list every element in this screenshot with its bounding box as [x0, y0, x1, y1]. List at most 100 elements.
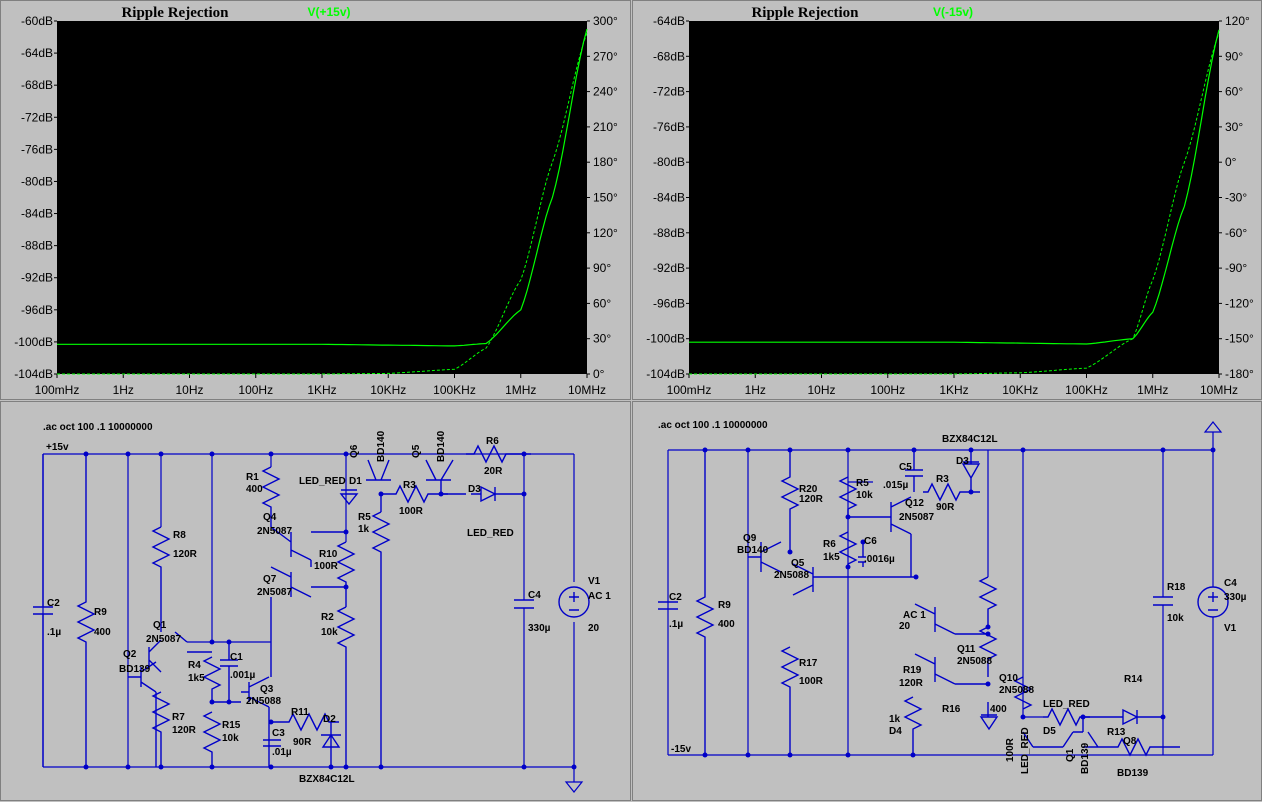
component-label[interactable]: Q10 — [999, 673, 1018, 684]
transistor-q6[interactable] — [366, 459, 391, 512]
component-label[interactable]: LED_RED — [1020, 727, 1031, 774]
resistor-r16[interactable] — [903, 696, 923, 755]
transistor-q5[interactable] — [792, 563, 916, 596]
component-label[interactable]: .015µ — [883, 480, 908, 491]
component-label[interactable]: 90R — [936, 502, 955, 513]
capacitor-c4[interactable] — [1153, 596, 1173, 606]
component-label[interactable]: Q4 — [263, 512, 277, 523]
component-label[interactable]: BD140 — [737, 545, 769, 556]
component-label[interactable]: V1 — [588, 576, 601, 587]
resistor-r4[interactable] — [202, 656, 222, 702]
component-label[interactable]: 100R — [399, 506, 424, 517]
spice-directive[interactable]: .ac oct 100 .1 10000000 — [658, 420, 768, 431]
component-label[interactable]: Q6 — [349, 444, 360, 458]
resistor-r19[interactable] — [780, 646, 800, 755]
plot-pane-negative[interactable]: Ripple Rejection V(-15v) -64dB -68dB -72dB… — [632, 0, 1262, 400]
component-label[interactable]: 10k — [222, 733, 239, 744]
component-label[interactable]: .01µ — [272, 747, 292, 758]
component-label[interactable]: Q3 — [260, 684, 274, 695]
led-d4[interactable] — [1083, 708, 1163, 726]
capacitor-c4[interactable] — [514, 599, 534, 609]
component-label[interactable]: BD139 — [119, 664, 151, 675]
component-label[interactable]: R16 — [942, 704, 961, 715]
component-label[interactable]: BD140 — [436, 430, 447, 462]
component-label[interactable]: R6 — [486, 436, 499, 447]
resistor-r20[interactable] — [780, 450, 800, 552]
component-label[interactable]: BD140 — [376, 430, 387, 462]
component-label[interactable]: R18 — [1167, 582, 1186, 593]
component-label[interactable]: 330µ — [1224, 592, 1247, 603]
resistor-r15[interactable] — [202, 711, 222, 767]
component-label[interactable]: 120R — [173, 549, 198, 560]
component-label[interactable]: C1 — [230, 652, 243, 663]
component-label[interactable]: Q7 — [263, 574, 277, 585]
component-label[interactable]: 100R — [314, 561, 339, 572]
component-label[interactable]: R8 — [173, 530, 186, 541]
component-label[interactable]: .001µ — [230, 670, 255, 681]
component-label[interactable]: R15 — [222, 720, 241, 731]
component-label[interactable]: BZX84C12L — [299, 774, 355, 785]
component-label[interactable]: Q5 — [791, 558, 805, 569]
resistor-r10[interactable] — [336, 541, 356, 607]
component-label[interactable]: C4 — [528, 590, 541, 601]
plot-pane-positive[interactable]: Ripple Rejection V(+15v) -60dB -64dB -68dB… — [0, 0, 631, 400]
component-label[interactable]: 1k5 — [823, 552, 840, 563]
resistor-r2[interactable] — [336, 606, 356, 767]
component-label[interactable]: C2 — [47, 598, 60, 609]
component-label[interactable]: 2N5087 — [146, 634, 181, 645]
component-label[interactable]: C2 — [669, 592, 682, 603]
transistor-q5[interactable] — [425, 459, 466, 495]
component-label[interactable]: V1 — [1224, 623, 1237, 634]
schematic-pane-negative[interactable]: .ac oct 100 .1 10000000 -15v BZX84C12L D3… — [632, 401, 1262, 801]
resistor-r9[interactable] — [695, 450, 715, 755]
component-label[interactable]: Q12 — [905, 498, 924, 509]
component-label[interactable]: D3 — [468, 484, 481, 495]
capacitor-c3[interactable] — [263, 739, 281, 747]
component-label[interactable]: Q1 — [1065, 748, 1076, 762]
component-label[interactable]: D1 — [349, 476, 362, 487]
component-label[interactable]: .1µ — [669, 619, 683, 630]
component-label[interactable]: D5 — [1043, 726, 1056, 737]
component-label[interactable]: 2N5087 — [899, 512, 934, 523]
net-label[interactable]: -15v — [671, 744, 691, 755]
component-label[interactable]: C4 — [1224, 578, 1237, 589]
component-label[interactable]: R1 — [246, 472, 259, 483]
resistor-r18[interactable] — [978, 576, 998, 627]
component-label[interactable]: 2N5088 — [774, 570, 809, 581]
component-label[interactable]: D2 — [323, 714, 336, 725]
component-label[interactable]: 90R — [293, 737, 312, 748]
component-label[interactable]: Q1 — [153, 620, 167, 631]
component-label[interactable]: 400 — [94, 627, 111, 638]
component-label[interactable]: 2N5087 — [257, 587, 292, 598]
component-label[interactable]: 2N5088 — [957, 656, 992, 667]
component-label[interactable]: 10k — [1167, 613, 1184, 624]
component-label[interactable]: 120R — [899, 678, 924, 689]
component-label[interactable]: R10 — [319, 549, 338, 560]
component-label[interactable]: 100R — [1005, 737, 1016, 762]
component-label[interactable]: LED_RED — [467, 528, 514, 539]
component-label[interactable]: 330µ — [528, 623, 551, 634]
component-label[interactable]: 1k5 — [188, 673, 205, 684]
component-label[interactable]: BZX84C12L — [942, 434, 998, 445]
component-label[interactable]: R17 — [799, 658, 818, 669]
transistor-q11[interactable] — [914, 603, 988, 635]
transistor-q2[interactable] — [128, 661, 157, 767]
component-label[interactable]: 400 — [718, 619, 735, 630]
component-label[interactable]: R3 — [936, 474, 949, 485]
component-label[interactable]: 100R — [799, 676, 824, 687]
component-label[interactable]: 2N5088 — [999, 685, 1034, 696]
component-label[interactable]: Q5 — [411, 444, 422, 458]
component-label[interactable]: 10k — [856, 490, 873, 501]
component-label[interactable]: C5 — [899, 462, 912, 473]
component-label[interactable]: R19 — [903, 665, 922, 676]
component-label[interactable]: 120R — [799, 494, 824, 505]
component-label[interactable]: BD139 — [1117, 768, 1149, 779]
component-label[interactable]: R14 — [1124, 674, 1143, 685]
component-label[interactable]: 2N5088 — [246, 696, 281, 707]
component-label[interactable]: 10k — [321, 627, 338, 638]
component-label[interactable]: C6 — [864, 536, 877, 547]
resistor-r5[interactable] — [371, 511, 391, 767]
component-label[interactable]: LED_RED — [299, 476, 346, 487]
component-label[interactable]: D4 — [889, 726, 902, 737]
component-label[interactable]: 120R — [172, 725, 197, 736]
